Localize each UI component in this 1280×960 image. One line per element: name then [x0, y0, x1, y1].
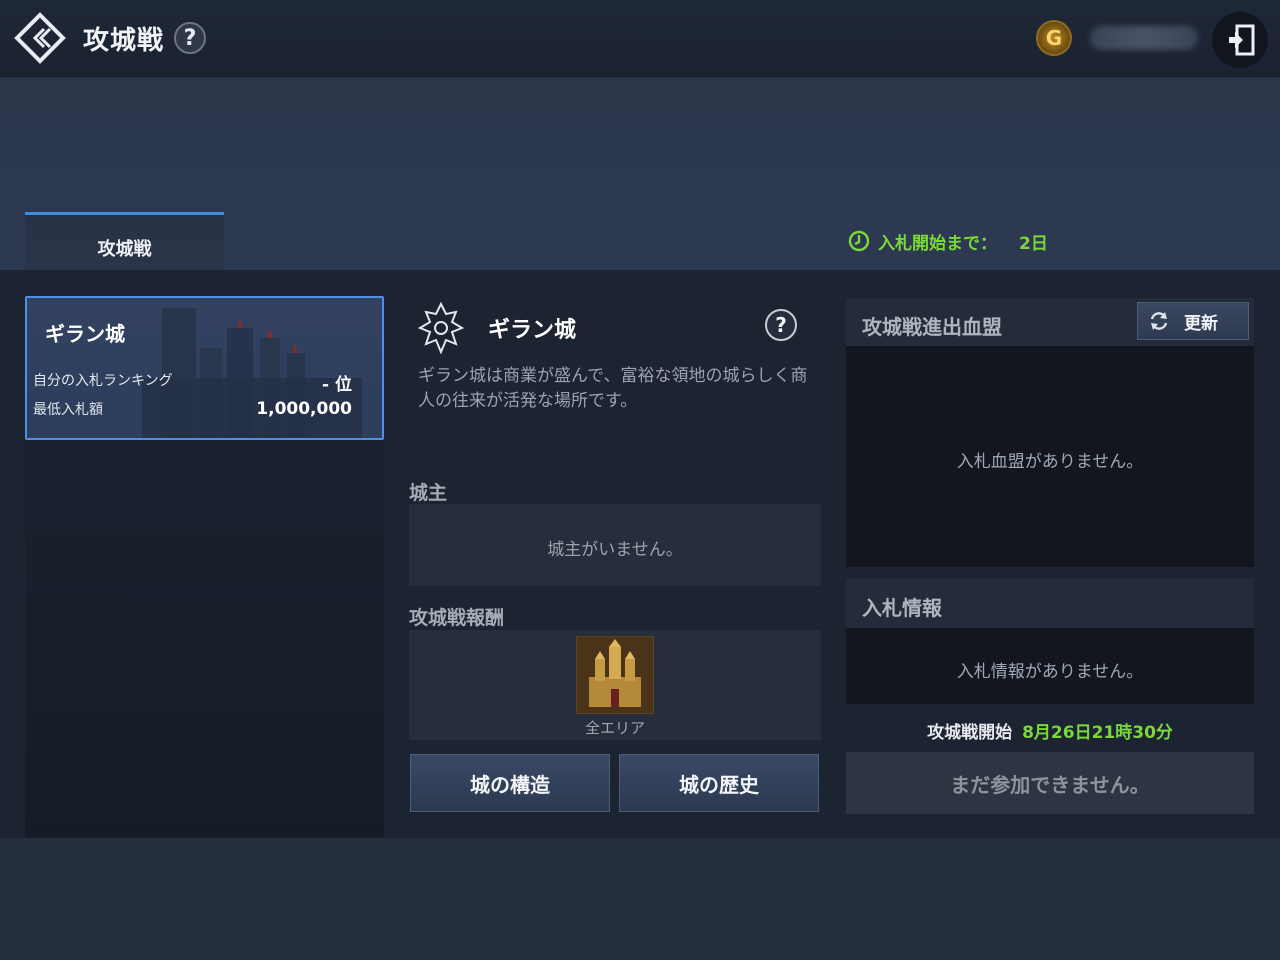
- siege-start-date: 8月26日21時30分: [1022, 723, 1173, 743]
- tab-siege[interactable]: 攻城戦: [25, 212, 224, 270]
- timer-value: 2日: [1019, 233, 1048, 254]
- siege-start-line: 攻城戦開始 8月26日21時30分: [846, 718, 1254, 743]
- min-bid-row: 最低入札額 1,000,000: [33, 399, 352, 419]
- my-rank-row: 自分の入札ランキング - 位: [33, 370, 352, 395]
- refresh-label: 更新: [1184, 313, 1218, 334]
- lord-box: 城主がいません。: [409, 504, 821, 586]
- bidding-timer: 入札開始まで： 2日: [848, 228, 1048, 254]
- gold-coin-icon: G: [1036, 20, 1072, 56]
- tab-siege-label: 攻城戦: [97, 239, 152, 260]
- siege-start-label: 攻城戦開始: [927, 723, 1013, 743]
- bid-info-body: 入札情報がありません。: [846, 628, 1254, 704]
- lord-section-label: 城主: [409, 482, 448, 504]
- lord-empty-text: 城主がいません。: [547, 540, 683, 560]
- currency-amount-blurred: [1090, 26, 1198, 50]
- clan-list-title: 攻城戦進出血盟: [862, 315, 1002, 339]
- clock-icon: [848, 230, 870, 252]
- reward-section-label: 攻城戦報酬: [409, 607, 505, 629]
- clan-empty-text: 入札血盟がありません。: [956, 452, 1144, 472]
- castle-help-icon[interactable]: ?: [765, 309, 797, 341]
- reward-item-label: 全エリア: [584, 719, 645, 737]
- bottom-strip: [0, 838, 1280, 960]
- castle-structure-button[interactable]: 城の構造: [410, 754, 610, 812]
- castle-history-button[interactable]: 城の歴史: [619, 754, 819, 812]
- back-button[interactable]: [14, 12, 66, 64]
- join-button-disabled[interactable]: まだ参加できません。: [846, 752, 1254, 814]
- exit-button[interactable]: [1212, 12, 1268, 68]
- my-rank-value: - 位: [322, 375, 352, 395]
- refresh-icon: [1150, 312, 1168, 330]
- timer-label: 入札開始まで：: [878, 233, 997, 254]
- castle-card-name: ギラン城: [45, 322, 125, 346]
- castle-detail-name: ギラン城: [488, 318, 577, 343]
- refresh-button[interactable]: 更新: [1137, 302, 1249, 340]
- castle-card-giran[interactable]: ギラン城 自分の入札ランキング - 位 最低入札額 1,000,000: [25, 296, 384, 440]
- golden-castle-icon: [577, 637, 653, 713]
- page-title: 攻城戦: [83, 26, 165, 56]
- castle-description: ギラン城は商業が盛んで、富裕な領地の城らしく商人の往来が活発な場所です。: [418, 366, 808, 411]
- castle-reward-item[interactable]: [576, 636, 654, 714]
- min-bid-label: 最低入札額: [33, 402, 103, 418]
- help-icon[interactable]: ?: [174, 22, 206, 54]
- castle-emblem-icon: [417, 301, 465, 355]
- my-rank-label: 自分の入札ランキング: [33, 373, 173, 389]
- bid-info-empty-text: 入札情報がありません。: [956, 662, 1144, 682]
- min-bid-value: 1,000,000: [256, 399, 352, 419]
- bid-info-title: 入札情報: [862, 596, 942, 620]
- exit-door-icon: [1229, 24, 1255, 56]
